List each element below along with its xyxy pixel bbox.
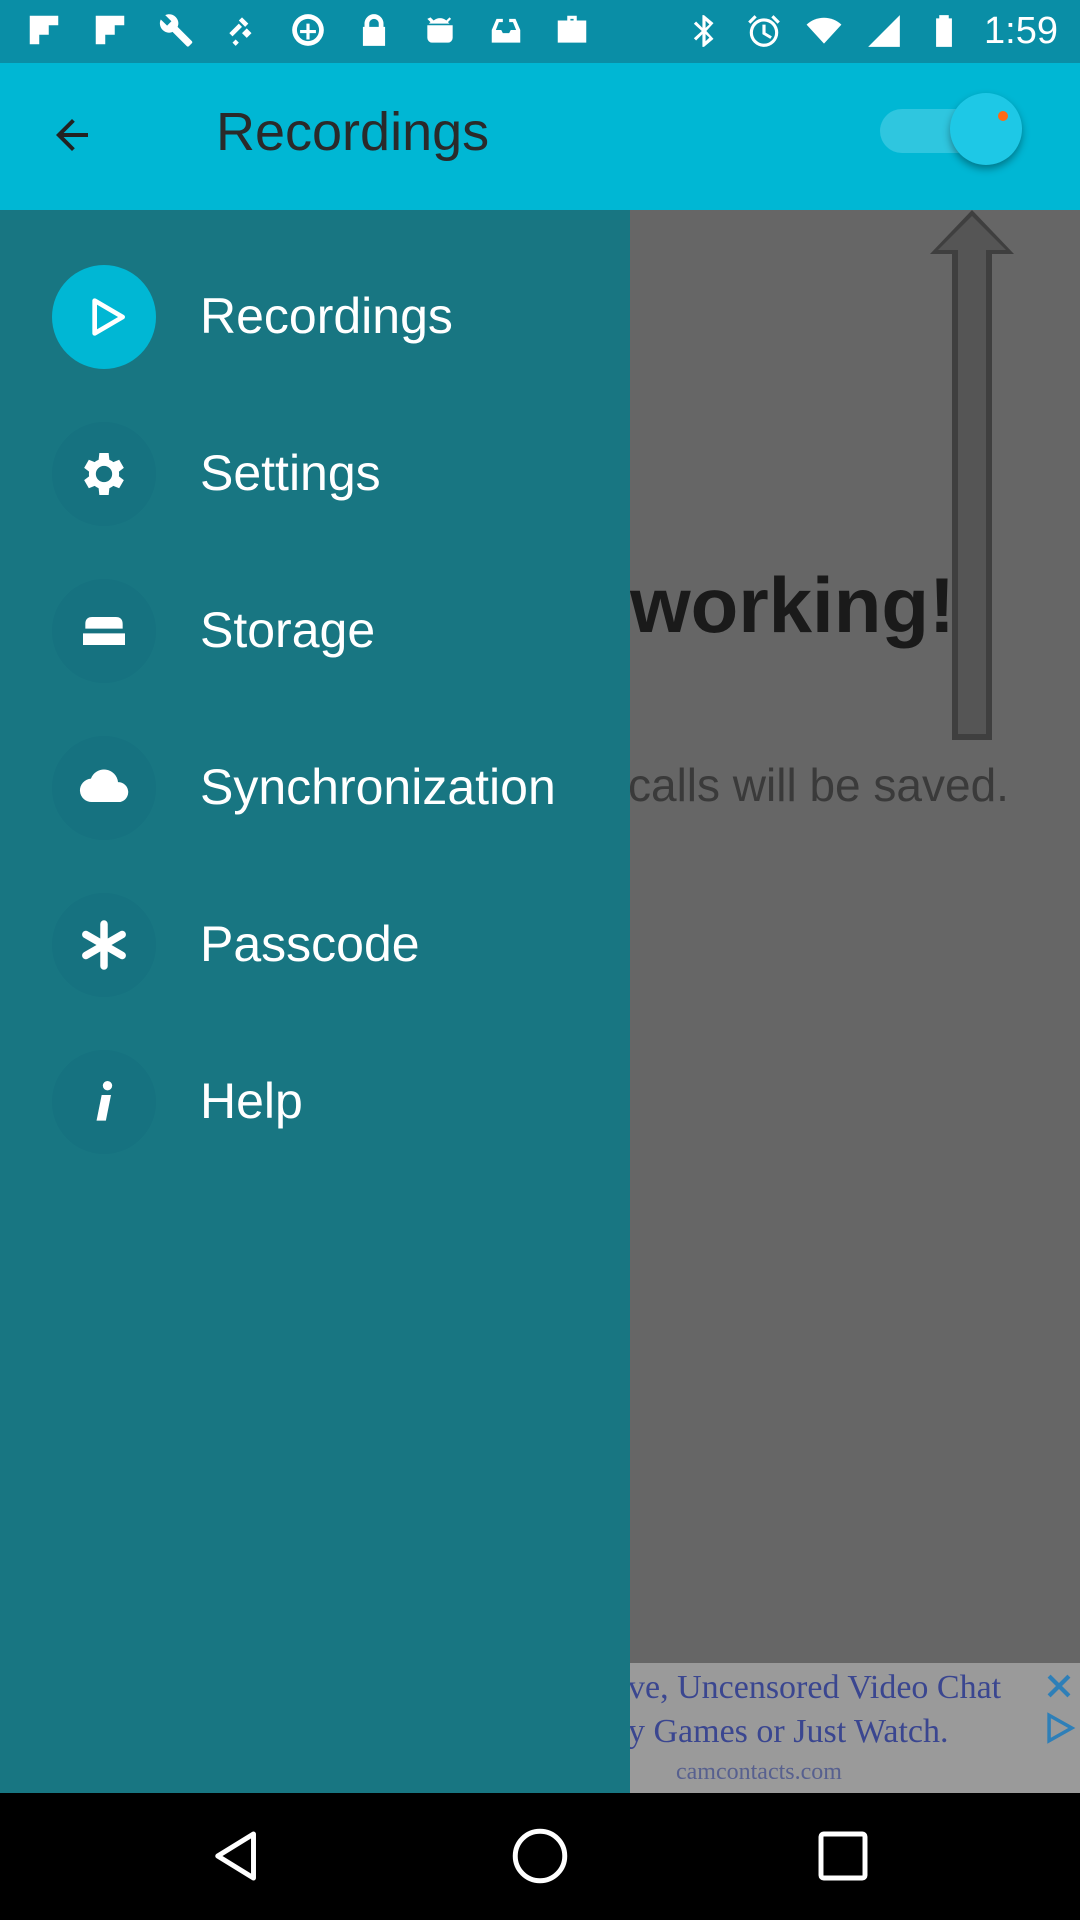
drawer-item-synchronization[interactable]: Synchronization	[0, 728, 630, 848]
ad-text-line2: y Games or Just Watch.	[628, 1713, 949, 1750]
play-icon	[52, 265, 156, 369]
recording-dot-icon	[998, 111, 1008, 121]
bluetooth-icon	[684, 11, 724, 51]
ad-domain: camcontacts.com	[676, 1759, 842, 1785]
circle-home-icon	[512, 1828, 568, 1884]
navigation-drawer: Recordings Settings Storage Synchronizat…	[0, 210, 630, 1793]
gear-icon	[52, 422, 156, 526]
square-recents-icon	[818, 1831, 868, 1881]
cloud-icon	[52, 736, 156, 840]
drawer-item-storage[interactable]: Storage	[0, 571, 630, 691]
briefcase-icon	[552, 10, 592, 50]
system-navigation-bar	[0, 1793, 1080, 1920]
alarm-icon	[744, 11, 784, 51]
inbox-icon	[486, 10, 526, 50]
close-icon[interactable]	[1042, 1669, 1076, 1703]
asterisk-icon	[52, 893, 156, 997]
arrow-left-icon	[56, 119, 88, 151]
status-heading: working!	[630, 561, 955, 649]
recording-toggle[interactable]	[880, 93, 1022, 169]
drawer-item-passcode[interactable]: Passcode	[0, 885, 630, 1005]
drawer-item-label: Passcode	[200, 916, 420, 972]
home-nav-button[interactable]	[507, 1823, 573, 1889]
drawer-item-label: Help	[200, 1073, 303, 1129]
triangle-back-icon	[215, 1831, 256, 1881]
page-title: Recordings	[216, 102, 490, 162]
fake-gps-icon	[222, 10, 262, 50]
wifi-icon	[804, 11, 844, 51]
back-button[interactable]	[40, 103, 104, 167]
recents-nav-button[interactable]	[810, 1823, 876, 1889]
app-bar: Recordings	[0, 63, 1080, 210]
wrench-icon	[156, 10, 196, 50]
drawer-item-help[interactable]: Help	[0, 1042, 630, 1162]
flipboard-icon	[24, 10, 64, 50]
system-icons: 1:59	[684, 8, 1058, 54]
drawer-item-recordings[interactable]: Recordings	[0, 257, 630, 377]
drawer-item-label: Storage	[200, 602, 376, 658]
adchoices-icon[interactable]	[1042, 1711, 1076, 1745]
lock-icon	[354, 10, 394, 50]
notification-icons	[24, 10, 592, 50]
status-time: 1:59	[984, 10, 1058, 52]
storage-icon	[52, 579, 156, 683]
drawer-item-settings[interactable]: Settings	[0, 414, 630, 534]
status-bar: 1:59	[0, 0, 1080, 63]
android-icon	[420, 10, 460, 50]
flipboard-icon	[90, 10, 130, 50]
status-subtext: calls will be saved.	[628, 759, 1009, 811]
battery-icon	[924, 11, 964, 51]
arrow-up-icon	[930, 210, 1014, 740]
data-saver-icon	[288, 10, 328, 50]
drawer-item-label: Synchronization	[200, 759, 556, 815]
ad-text-line1: ve, Uncensored Video Chat	[628, 1669, 1002, 1706]
signal-icon	[864, 11, 904, 51]
drawer-item-label: Settings	[200, 445, 381, 501]
toggle-thumb	[950, 93, 1022, 165]
back-nav-button[interactable]	[204, 1823, 270, 1889]
drawer-item-label: Recordings	[200, 288, 453, 344]
info-icon	[52, 1050, 156, 1154]
